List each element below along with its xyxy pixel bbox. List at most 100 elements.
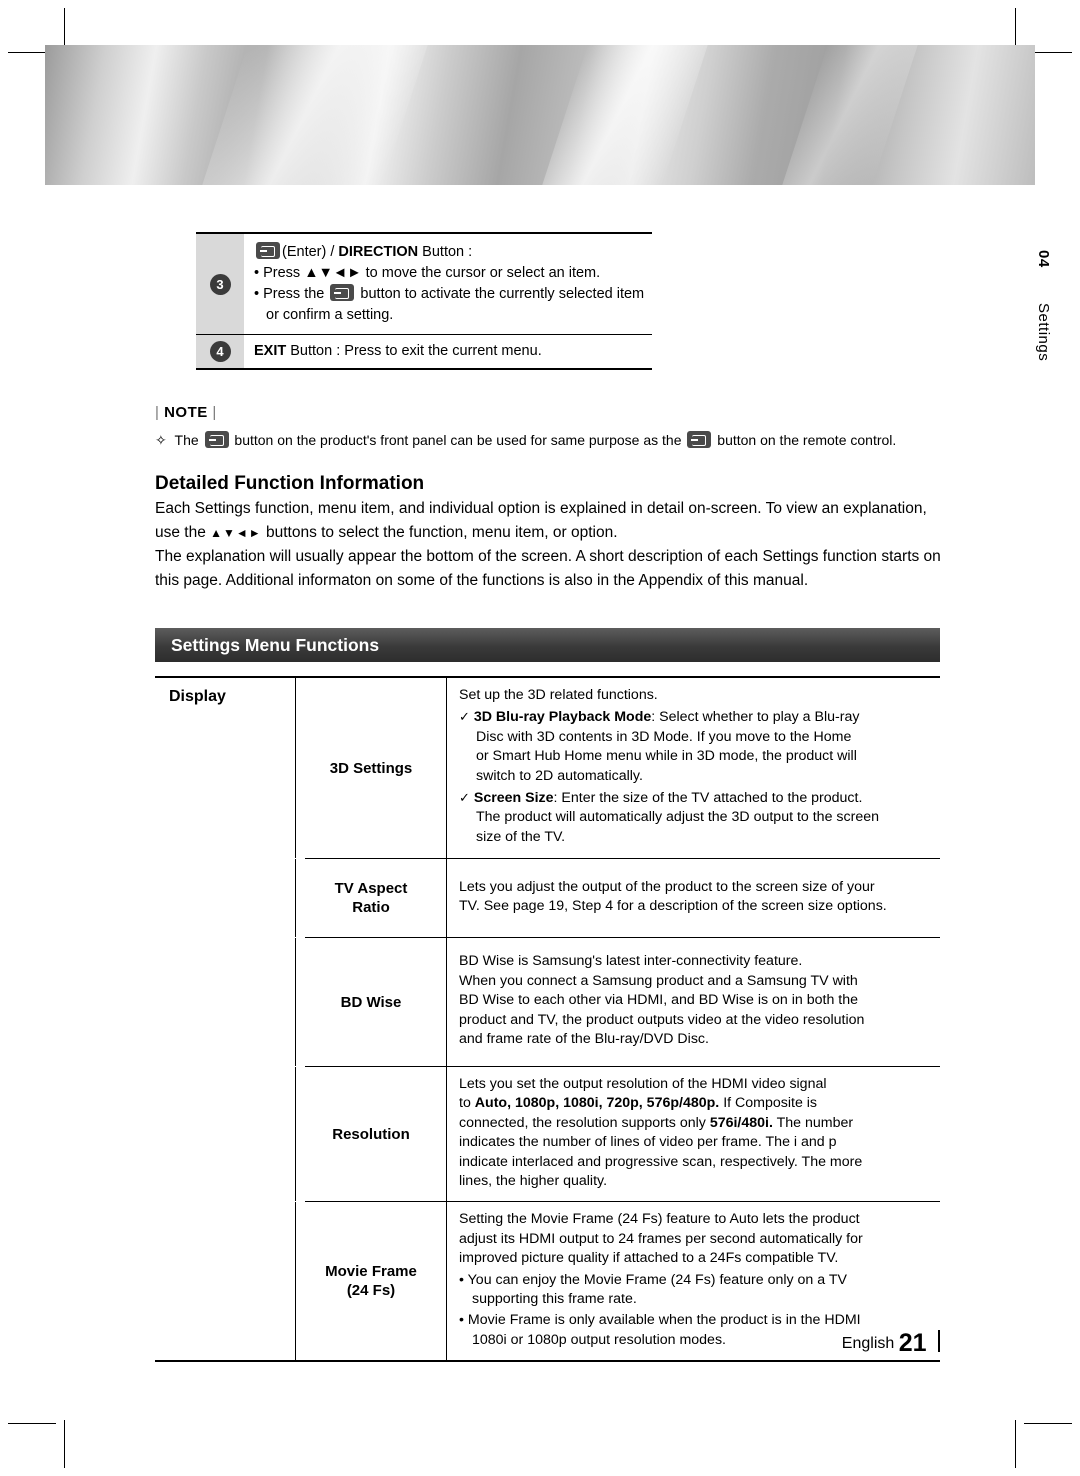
group-cell (155, 859, 296, 937)
row-number-cell: 4 (196, 335, 244, 368)
enter-button-icon (687, 431, 712, 448)
manual-page: 04 Settings 3 (Enter) / DIRECTION Button… (0, 0, 1080, 1476)
desc-line: BD Wise to each other via HDMI, and BD W… (459, 992, 858, 1009)
enter-button-icon (204, 431, 229, 448)
check-icon: ✓ (459, 709, 470, 725)
function-name-cell: BD Wise (296, 938, 447, 1066)
desc-line: product and TV, the product outputs vide… (459, 1011, 865, 1028)
crop-mark (64, 1420, 65, 1468)
note-text-a: The (174, 432, 199, 448)
function-name: 3D Settings (329, 759, 413, 777)
desc-line: switch to 2D automatically. (476, 767, 643, 784)
desc-line: Setting the Movie Frame (24 Fs) feature … (459, 1211, 860, 1228)
desc-line: indicates the number of lines of video p… (459, 1134, 837, 1151)
desc-line: The product will automatically adjust th… (476, 809, 879, 826)
desc-line: or Smart Hub Home menu while in 3D mode,… (476, 748, 857, 765)
note-text-b: button on the product's front panel can … (234, 432, 682, 448)
group-cell (155, 1202, 296, 1361)
row-line-2: • Press the button to activate the curre… (254, 284, 645, 302)
table-row: Resolution Lets you set the output resol… (155, 1067, 940, 1202)
table-row: Movie Frame (24 Fs) Setting the Movie Fra… (155, 1202, 940, 1361)
table-rule (196, 368, 652, 370)
function-name: Resolution (332, 1125, 410, 1143)
row-content: EXIT Button : Press to exit the current … (244, 335, 652, 368)
enter-button-icon (256, 242, 280, 259)
direction-arrows-icon: ▲▼◄► (210, 525, 262, 540)
function-description: BD Wise is Samsung's latest inter-connec… (447, 938, 940, 1066)
exit-desc: Button : Press to exit the current menu. (286, 343, 542, 359)
desc-line: and frame rate of the Blu-ray/DVD Disc. (459, 1031, 709, 1048)
function-name-cell: Movie Frame (24 Fs) (296, 1202, 447, 1361)
section-header: Settings Menu Functions (155, 628, 940, 662)
table-rule (155, 1360, 940, 1363)
desc-line: TV. See page 19, Step 4 for a descriptio… (459, 898, 887, 914)
function-name-cell: 3D Settings (296, 678, 447, 858)
note-label: NOTE (164, 404, 208, 421)
function-description: Lets you set the output resolution of th… (447, 1067, 940, 1201)
page-footer: English 21 (842, 1329, 940, 1358)
group-cell (155, 1067, 296, 1202)
desc-check-item: ✓ Screen Size: Enter the size of the TV … (459, 790, 863, 807)
function-name-cell: Resolution (296, 1067, 447, 1202)
footer-language: English (841, 1335, 895, 1352)
desc-line: Lets you adjust the output of the produc… (459, 878, 875, 895)
function-name: TV Aspect Ratio (334, 880, 408, 916)
desc-line: 1080i or 1080p output resolution modes. (472, 1331, 726, 1348)
desc-check-item: ✓ 3D Blu-ray Playback Mode: Select wheth… (459, 709, 860, 726)
exit-label: EXIT (254, 343, 287, 359)
enter-button-icon (330, 284, 355, 301)
group-cell (155, 938, 296, 1066)
desc-line: size of the TV. (476, 828, 566, 845)
footer-page-number: 21 (898, 1329, 927, 1357)
row-title: (Enter) / DIRECTION Button : (254, 242, 652, 263)
note-body: ✧ The button on the product's front pane… (155, 431, 897, 448)
row-number-cell: 3 (196, 234, 244, 334)
desc-line: BD Wise is Samsung's latest inter-connec… (459, 953, 803, 970)
detailed-paragraph: Each Settings function, menu item, and i… (155, 500, 941, 589)
function-description: Lets you adjust the output of the produc… (447, 859, 940, 937)
table-row: 4 EXIT Button : Press to exit the curren… (196, 335, 652, 368)
table-row: 3D Settings Set up the 3D related functi… (155, 678, 940, 858)
section-title: Settings Menu Functions (171, 634, 380, 655)
desc-line: connected, the resolution supports only … (459, 1114, 854, 1131)
settings-functions-table: Display 3D Settings Set up the 3D relate… (155, 676, 940, 1363)
crop-mark (1024, 1423, 1072, 1424)
note-text-c: button on the remote control. (717, 432, 897, 448)
row-line-1: • Press ▲▼◄► to move the cursor or selec… (254, 265, 601, 281)
desc-bullet-item: • You can enjoy the Movie Frame (24 Fs) … (459, 1271, 847, 1288)
remote-button-table: 3 (Enter) / DIRECTION Button : • Press ▲… (196, 232, 652, 370)
footer-tick (938, 1330, 940, 1352)
crop-mark (8, 1423, 56, 1424)
check-icon: ✓ (459, 790, 470, 806)
desc-line: When you connect a Samsung product and a… (459, 972, 858, 989)
desc-line: Set up the 3D related functions. (459, 687, 658, 703)
header-banner-graphic (45, 45, 1035, 185)
desc-line: improved picture quality if attached to … (459, 1250, 839, 1267)
crop-mark (1015, 1420, 1016, 1468)
desc-line: adjust its HDMI output to 24 frames per … (459, 1230, 863, 1247)
function-name: Movie Frame (24 Fs) (325, 1263, 417, 1300)
table-row: BD Wise BD Wise is Samsung's latest inte… (155, 938, 940, 1066)
table-row: TV Aspect Ratio Lets you adjust the outpu… (155, 859, 940, 937)
desc-line: Lets you set the output resolution of th… (459, 1076, 827, 1092)
desc-line: to Auto, 1080p, 1080i, 720p, 576p/480p. … (459, 1095, 818, 1112)
desc-bullet-item: • Movie Frame is only available when the… (459, 1312, 861, 1329)
row-number-badge: 4 (209, 341, 231, 362)
chapter-name: Settings (1035, 303, 1052, 362)
function-name-cell: TV Aspect Ratio (296, 859, 447, 937)
table-row: 3 (Enter) / DIRECTION Button : • Press ▲… (196, 234, 652, 334)
row-line-3: or confirm a setting. (266, 307, 394, 323)
note-heading: | NOTE | (155, 404, 217, 421)
detailed-heading: Detailed Function Information (155, 473, 425, 494)
function-name: BD Wise (340, 993, 402, 1011)
function-description: Set up the 3D related functions. ✓ 3D Bl… (447, 678, 940, 858)
desc-line: supporting this frame rate. (472, 1291, 637, 1308)
desc-line: Disc with 3D contents in 3D Mode. If you… (476, 728, 852, 745)
desc-line: indicate interlaced and progressive scan… (459, 1153, 863, 1170)
row-number-badge: 3 (209, 273, 231, 295)
desc-line: lines, the higher quality. (459, 1173, 608, 1190)
chapter-marker: 04 Settings (1035, 250, 1052, 361)
chapter-number: 04 (1035, 250, 1052, 268)
group-cell (155, 678, 296, 858)
row-content: (Enter) / DIRECTION Button : • Press ▲▼◄… (244, 234, 652, 334)
